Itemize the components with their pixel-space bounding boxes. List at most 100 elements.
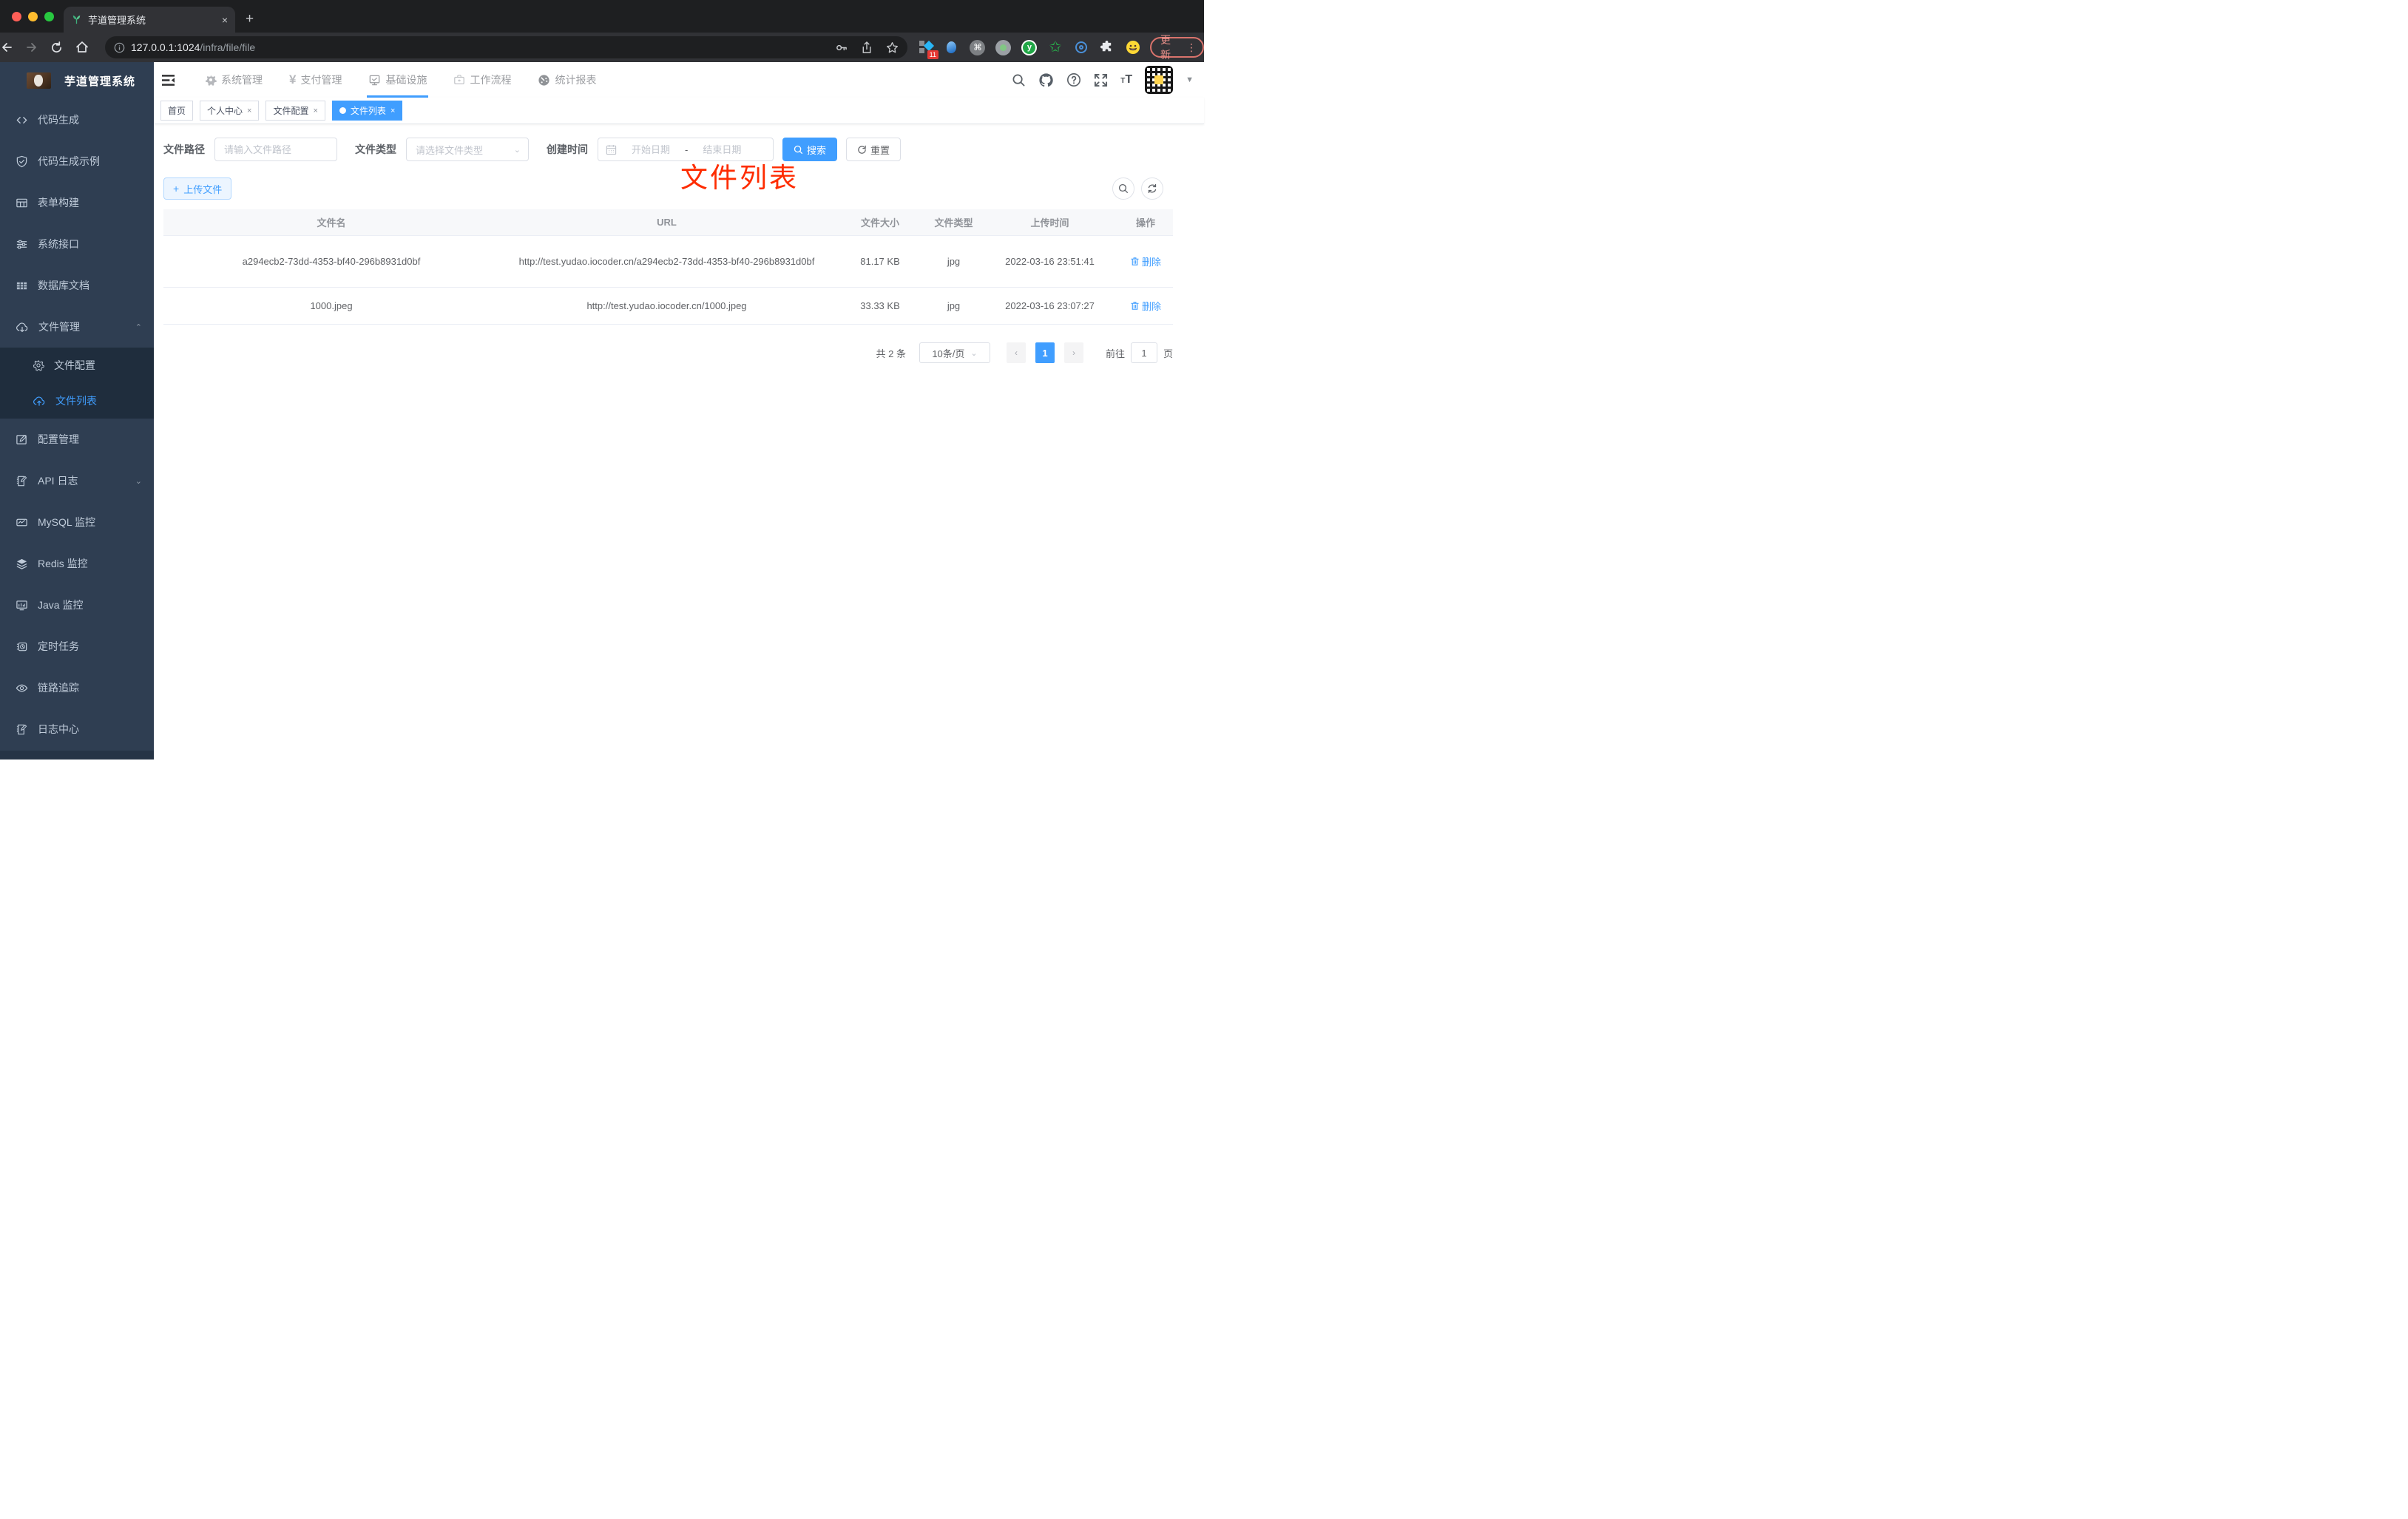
start-date-input[interactable] xyxy=(620,143,682,155)
end-date-input[interactable] xyxy=(691,143,754,155)
file-type-select[interactable]: 请选择文件类型 ⌄ xyxy=(406,138,529,161)
bookmark-star-icon[interactable] xyxy=(886,41,899,54)
sidebar-item-redis-monitor[interactable]: Redis 监控 xyxy=(0,543,154,584)
chevron-down-icon: ⌄ xyxy=(513,145,521,155)
puzzle-extensions-icon[interactable] xyxy=(1099,39,1115,55)
goto-page-input[interactable] xyxy=(1130,342,1157,363)
eye-icon xyxy=(16,684,28,691)
address-bar[interactable]: 127.0.0.1:1024/infra/file/file xyxy=(105,36,907,58)
sidebar-item-label: 文件配置 xyxy=(54,359,95,371)
layers-icon xyxy=(16,558,27,569)
sidebar-item-file-config[interactable]: 文件配置 xyxy=(0,348,154,383)
tag-file-config[interactable]: 文件配置 × xyxy=(266,101,325,121)
sidebar-item-file-list[interactable]: 文件列表 xyxy=(0,383,154,419)
filter-form: 文件路径 文件类型 请选择文件类型 ⌄ 创建时间 - xyxy=(163,138,1183,161)
browser-tab[interactable]: 芋道管理系统 × xyxy=(64,7,235,33)
minimize-window-button[interactable] xyxy=(28,12,38,21)
browser-update-button[interactable]: 更新 ⋮ xyxy=(1149,34,1204,61)
balloon-extension-icon[interactable] xyxy=(944,39,960,55)
gear-filled-icon xyxy=(205,75,217,86)
total-count: 共 2 条 xyxy=(876,348,906,359)
sidebar-item-label: 定时任务 xyxy=(38,640,79,652)
traffic-lights xyxy=(12,12,54,21)
page-size-select[interactable]: 10条/页 ⌄ xyxy=(919,342,990,363)
tag-close-icon[interactable]: × xyxy=(313,106,317,115)
topnav-label: 系统管理 xyxy=(221,74,263,86)
user-avatar-qr[interactable] xyxy=(1145,66,1174,94)
sidebar-item-code-generation[interactable]: 代码生成 xyxy=(0,99,154,141)
close-window-button[interactable] xyxy=(12,12,21,21)
sidebar-item-tracing[interactable]: 链路追踪 xyxy=(0,667,154,708)
share-icon[interactable] xyxy=(861,41,873,54)
sidebar-item-file-management[interactable]: 文件管理 ⌃ xyxy=(0,306,154,348)
column-header-size: 文件大小 xyxy=(860,217,899,229)
sidebar-logo-row[interactable]: 芋道管理系统 xyxy=(0,62,154,99)
tag-profile[interactable]: 个人中心 × xyxy=(200,101,260,121)
font-size-icon[interactable]: TT xyxy=(1120,73,1132,87)
tag-label: 首页 xyxy=(168,106,186,116)
tab-close-icon[interactable]: × xyxy=(222,14,228,26)
sidebar-item-scheduled-tasks[interactable]: 定时任务 xyxy=(0,626,154,667)
next-page-button[interactable]: › xyxy=(1063,342,1083,363)
delete-button[interactable]: 删除 xyxy=(1130,299,1161,313)
app-title: 芋道管理系统 xyxy=(64,75,136,88)
blue-eye-extension-icon[interactable] xyxy=(1073,39,1089,55)
zoom-window-button[interactable] xyxy=(44,12,54,21)
password-key-icon[interactable] xyxy=(835,41,848,54)
command-extension-icon[interactable]: ⌘ xyxy=(970,39,986,55)
file-path-input[interactable] xyxy=(214,138,337,161)
topnav-item-payment[interactable]: ¥ 支付管理 xyxy=(276,62,355,98)
sidebar-item-mysql-monitor[interactable]: MySQL 监控 xyxy=(0,501,154,543)
squares-diamond-extension-icon[interactable]: 11 xyxy=(918,39,938,59)
sliders-icon xyxy=(16,240,27,248)
reset-button[interactable]: 重置 xyxy=(846,138,902,161)
sidebar-item-system-api[interactable]: 系统接口 xyxy=(0,223,154,265)
tag-close-icon[interactable]: × xyxy=(247,106,251,115)
gray-green-circle-extension-icon[interactable] xyxy=(995,39,1012,55)
sidebar-item-config-management[interactable]: 配置管理 xyxy=(0,419,154,460)
sidebar-item-java-monitor[interactable]: Java 监控 xyxy=(0,584,154,626)
goto-label: 前往 xyxy=(1105,348,1125,359)
topnav-item-system[interactable]: 系统管理 xyxy=(192,62,276,98)
topnav-item-infrastructure[interactable]: 基础设施 xyxy=(355,62,440,98)
table-header-row: 文件名 URL 文件大小 文件类型 上传时间 操作 xyxy=(163,209,1173,236)
back-icon[interactable] xyxy=(0,41,25,54)
upload-file-button[interactable]: + 上传文件 xyxy=(163,177,232,200)
page-unit-label: 页 xyxy=(1163,348,1173,359)
browser-menu-dots-icon[interactable]: ⋮ xyxy=(1186,41,1197,54)
chevron-down-icon: ⌄ xyxy=(135,476,142,486)
sidebar-item-log-center[interactable]: 日志中心 xyxy=(0,708,154,750)
y-letter-extension-icon[interactable]: y xyxy=(1021,39,1038,55)
sidebar-item-database-doc[interactable]: 数据库文档 xyxy=(0,265,154,306)
new-tab-button[interactable]: + xyxy=(246,10,254,29)
sidebar-item-form-builder[interactable]: 表单构建 xyxy=(0,182,154,223)
sidebar-item-api-log[interactable]: API 日志 ⌄ xyxy=(0,460,154,501)
search-icon[interactable] xyxy=(1012,73,1026,87)
forward-icon[interactable] xyxy=(25,41,50,54)
tag-home[interactable]: 首页 xyxy=(160,101,194,121)
tag-file-list[interactable]: 文件列表 × xyxy=(331,101,403,121)
home-icon[interactable] xyxy=(75,41,101,54)
tag-close-icon[interactable]: × xyxy=(390,106,395,115)
avatar-caret-down-icon[interactable]: ▼ xyxy=(1186,75,1194,84)
sidebar-item-code-example[interactable]: 代码生成示例 xyxy=(0,141,154,182)
help-icon[interactable] xyxy=(1066,72,1081,87)
prev-page-button[interactable]: ‹ xyxy=(1006,342,1026,363)
topnav-item-reports[interactable]: 统计报表 xyxy=(524,62,609,98)
fullscreen-icon[interactable] xyxy=(1094,73,1108,87)
show-search-toggle-button[interactable] xyxy=(1112,177,1134,200)
page-number-active[interactable]: 1 xyxy=(1035,342,1055,363)
topnav-item-workflow[interactable]: 工作流程 xyxy=(440,62,524,98)
github-icon[interactable] xyxy=(1038,72,1054,88)
site-info-icon[interactable] xyxy=(114,42,125,53)
search-icon xyxy=(1118,183,1128,193)
trash-icon xyxy=(1131,302,1139,310)
tag-label: 个人中心 xyxy=(207,106,243,116)
green-star-extension-icon[interactable]: ✩ xyxy=(1047,39,1063,55)
emoji-face-extension-icon[interactable] xyxy=(1125,39,1141,55)
reload-icon[interactable] xyxy=(50,41,75,54)
sidebar-item-label: 链路追踪 xyxy=(38,682,79,694)
refresh-table-button[interactable] xyxy=(1141,177,1163,200)
collapse-sidebar-icon[interactable] xyxy=(154,74,186,87)
delete-button[interactable]: 删除 xyxy=(1130,254,1161,268)
